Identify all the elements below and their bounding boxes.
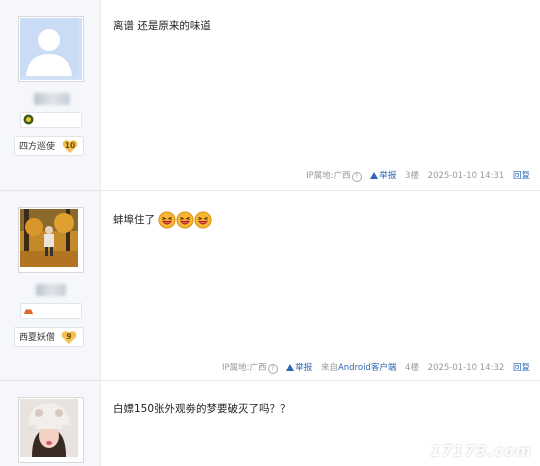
level-badge [20, 303, 82, 319]
level-icon [23, 114, 34, 125]
avatar[interactable] [18, 207, 84, 273]
level-badge [20, 112, 82, 128]
member-level: 9 [66, 332, 72, 341]
member-title-badge[interactable]: 四方巡使 10 [14, 136, 84, 156]
username-blurred[interactable] [34, 93, 70, 105]
member-title: 西夏妖僧 [19, 333, 56, 343]
avatar-photo [20, 209, 78, 267]
reply-link[interactable]: 回复 [513, 363, 530, 373]
post-content: 离谱 还是原来的味道 [113, 20, 211, 32]
post-content: 白嫖150张外观劵的梦要破灭了吗？？ [113, 403, 291, 415]
site-watermark: 17173.com [430, 442, 532, 460]
post-floor-4: 西夏妖僧 9 蚌埠住了 IP属地:广西? 举报 来自Android客户端 4楼 … [0, 191, 540, 381]
default-avatar-icon [20, 18, 78, 76]
report-link[interactable]: 举报 [370, 171, 396, 181]
level-heart-icon: 9 [61, 330, 77, 345]
reply-link[interactable]: 回复 [513, 171, 530, 181]
warning-icon [370, 172, 379, 179]
author-sidebar: 西夏妖僧 9 [0, 191, 101, 380]
laughing-emoji-icon [176, 211, 194, 229]
post-content: 蚌埠住了 [113, 211, 212, 229]
author-sidebar: 四方巡使 10 [0, 0, 101, 190]
member-title: 四方巡使 [19, 142, 56, 152]
ip-location: IP属地:广西? [222, 363, 278, 374]
floor-number: 4楼 [405, 363, 419, 373]
post-meta: IP属地:广西? 举报 3楼 2025-01-10 14:31 回复 [300, 169, 530, 182]
post-floor-3: 四方巡使 10 离谱 还是原来的味道 IP属地:广西? 举报 3楼 2025-0… [0, 0, 540, 191]
report-link[interactable]: 举报 [286, 363, 312, 373]
post-time: 2025-01-10 14:32 [427, 363, 505, 373]
member-title-badge[interactable]: 西夏妖僧 9 [14, 327, 84, 347]
level-icon [24, 309, 33, 314]
avatar[interactable] [18, 16, 84, 82]
post-time: 2025-01-10 14:31 [427, 171, 505, 181]
member-level: 10 [64, 141, 76, 150]
question-icon[interactable]: ? [267, 364, 278, 374]
post-text: 蚌埠住了 [113, 214, 155, 226]
laughing-emoji-icon [158, 211, 176, 229]
avatar-photo [20, 399, 78, 457]
floor-number: 3楼 [405, 171, 419, 181]
ip-location: IP属地:广西? [306, 171, 362, 182]
android-client-link[interactable]: Android客户端 [338, 363, 396, 373]
warning-icon [286, 364, 295, 371]
post-source: 来自Android客户端 [320, 363, 397, 373]
laughing-emoji-icon [194, 211, 212, 229]
question-icon[interactable]: ? [351, 172, 362, 182]
author-sidebar [0, 381, 101, 466]
level-heart-icon: 10 [62, 139, 78, 154]
post-meta: IP属地:广西? 举报 来自Android客户端 4楼 2025-01-10 1… [216, 361, 530, 374]
avatar[interactable] [18, 397, 84, 463]
username-blurred[interactable] [36, 284, 66, 296]
